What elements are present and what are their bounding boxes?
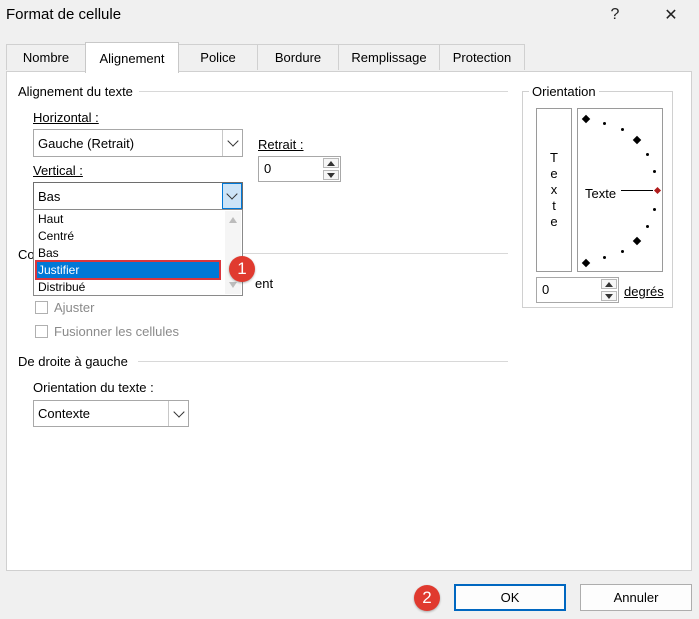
text-direction-select[interactable]: Contexte <box>33 400 189 427</box>
dialog-title: Format de cellule <box>6 6 122 23</box>
shrink-to-fit-label: Ajuster <box>54 300 95 315</box>
indent-value: 0 <box>264 161 272 176</box>
dial-dot <box>603 256 606 259</box>
dial-dot <box>653 208 656 211</box>
dial-dot <box>653 170 656 173</box>
option-justifier[interactable]: Justifier <box>35 260 221 280</box>
merge-cells-label: Fusionner les cellules <box>54 324 180 339</box>
rtl-title: De droite à gauche <box>18 354 132 369</box>
group-separator <box>139 91 508 92</box>
dial-text: Texte <box>585 186 617 201</box>
step-badge-2: 2 <box>414 585 440 611</box>
option-distribue[interactable]: Distribué <box>37 279 223 295</box>
option-haut[interactable]: Haut <box>37 211 223 227</box>
vertical-label: Vertical : <box>33 163 83 178</box>
orientation-title: Orientation <box>529 84 599 99</box>
horizontal-value: Gauche (Retrait) <box>38 135 135 151</box>
dial-pointer-line <box>621 190 653 191</box>
tab-alignement[interactable]: Alignement <box>85 42 179 73</box>
ok-button[interactable]: OK <box>454 584 566 611</box>
close-icon: ✕ <box>664 7 678 24</box>
cancel-button[interactable]: Annuler <box>580 584 692 611</box>
arrow-down-icon <box>327 172 335 178</box>
tab-protection[interactable]: Protection <box>439 44 525 70</box>
group-separator <box>243 253 508 254</box>
indent-down-button[interactable] <box>323 170 339 180</box>
merge-cells-checkbox[interactable] <box>35 325 48 338</box>
indent-label: Retrait : <box>258 137 304 152</box>
vertical-value: Bas <box>38 188 61 204</box>
vertical-dropdown-list: Haut Centré Bas Justifier Distribué <box>33 209 243 296</box>
tab-bordure[interactable]: Bordure <box>257 44 339 70</box>
arrow-up-icon <box>605 281 613 287</box>
text-alignment-title: Alignement du texte <box>18 84 137 99</box>
dial-dot <box>603 122 606 125</box>
tab-police[interactable]: Police <box>178 44 258 70</box>
arrow-down-icon <box>605 293 613 299</box>
vertical-text-char: e <box>550 166 558 181</box>
group-separator <box>138 361 508 362</box>
vertical-text-char: x <box>550 182 558 197</box>
scroll-up-icon[interactable] <box>229 217 237 223</box>
vertical-text-char: e <box>550 214 558 229</box>
scroll-down-icon[interactable] <box>229 282 237 288</box>
vertical-select[interactable]: Bas <box>33 182 243 210</box>
option-centre[interactable]: Centré <box>37 228 223 244</box>
chevron-down-icon <box>226 188 238 200</box>
degrees-label: degrés <box>624 284 664 299</box>
shrink-to-fit-checkbox[interactable] <box>35 301 48 314</box>
chevron-down-icon <box>172 405 185 418</box>
dial-handle[interactable] <box>653 186 662 195</box>
step-badge-1: 1 <box>229 256 255 282</box>
vertical-dropdown-button[interactable] <box>222 183 242 209</box>
dial-dot <box>621 128 624 131</box>
indent-up-button[interactable] <box>323 158 339 168</box>
indent-spinner[interactable]: 0 <box>258 156 341 182</box>
tab-remplissage[interactable]: Remplissage <box>338 44 440 70</box>
degrees-spinner[interactable]: 0 <box>536 277 619 303</box>
horizontal-label: Horizontal : <box>33 110 99 125</box>
dial-dot <box>646 153 649 156</box>
vertical-text-char: t <box>552 198 556 213</box>
text-direction-label: Orientation du texte : <box>33 380 154 395</box>
dial-marker-minus45 <box>632 236 642 246</box>
vertical-text-char: T <box>550 150 558 165</box>
dial-marker-90 <box>581 114 591 124</box>
degrees-value: 0 <box>542 282 550 297</box>
tab-nombre[interactable]: Nombre <box>6 44 86 70</box>
horizontal-select[interactable]: Gauche (Retrait) <box>33 129 243 157</box>
close-button[interactable]: ✕ <box>651 0 691 30</box>
arrow-up-icon <box>327 160 335 166</box>
dial-marker-minus90 <box>581 258 591 268</box>
chevron-down-icon <box>226 135 239 147</box>
degrees-up-button[interactable] <box>601 279 617 289</box>
text-direction-value: Contexte <box>38 406 91 421</box>
dial-dot <box>646 225 649 228</box>
text-direction-dropdown-button[interactable] <box>168 401 188 426</box>
vertical-text-box[interactable]: T e x t e <box>536 108 572 272</box>
wrap-text-label-partial: ent <box>255 276 274 291</box>
orientation-dial[interactable]: Texte <box>577 108 663 272</box>
dial-dot <box>621 250 624 253</box>
option-bas[interactable]: Bas <box>37 245 223 261</box>
degrees-down-button[interactable] <box>601 291 617 301</box>
dial-marker-45 <box>632 135 642 145</box>
horizontal-dropdown-button[interactable] <box>222 130 242 156</box>
help-button[interactable]: ? <box>595 0 635 30</box>
